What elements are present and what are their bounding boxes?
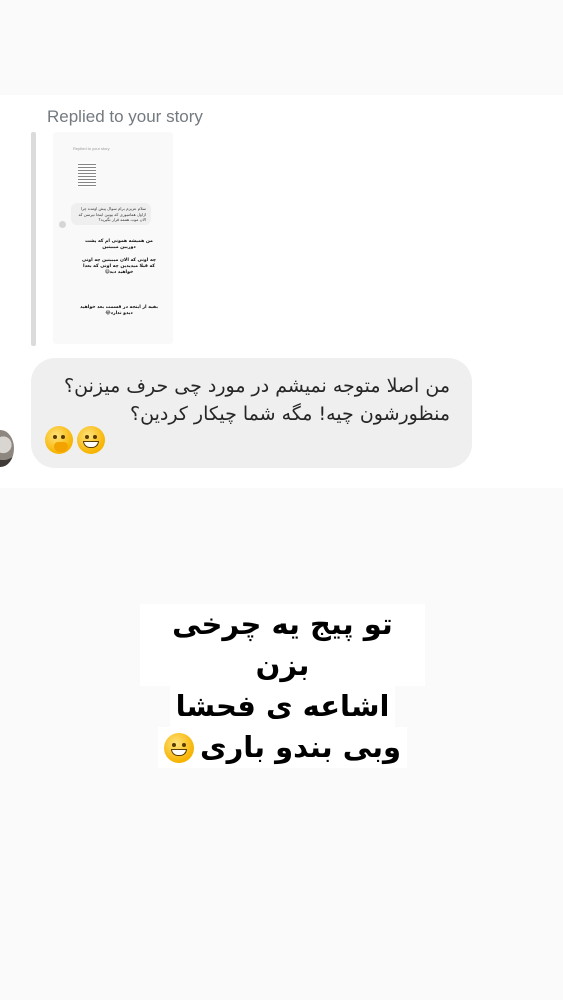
thumbnail-replied-label: Replied to your story xyxy=(73,146,110,151)
message-bubble[interactable]: من اصلا متوجه نمیشم در مورد چی حرف میزنن… xyxy=(31,358,472,468)
caption-line-2: اشاعه ی فحشا xyxy=(169,686,396,727)
grinning-face-emoji xyxy=(163,732,194,763)
replied-to-story-label: Replied to your story xyxy=(47,107,203,126)
message-emoji-row xyxy=(45,426,105,454)
message-text: من اصلا متوجه نمیشم در مورد چی حرف میزنن… xyxy=(64,375,450,425)
thumbnail-text-1: من همیشه همونی ام که پشت دوربین میبینین xyxy=(85,239,153,250)
story-caption: تو پیج یه چرخی بزن اشاعه ی فحشا وبی بندو… xyxy=(140,604,425,768)
face-with-hand-over-mouth-emoji xyxy=(45,426,73,454)
grinning-face-emoji xyxy=(77,426,105,454)
caption-line-3: وبی بندو باری xyxy=(199,730,401,764)
sender-avatar[interactable] xyxy=(0,430,14,467)
thumbnail-avatar xyxy=(59,221,66,228)
thumbnail-text-2: چه اونی که الان میبینین چه اونی که قبلا … xyxy=(81,258,157,275)
quote-bar xyxy=(31,132,36,346)
story-screen: Replied to your story Replied to your st… xyxy=(0,0,563,1000)
thumbnail-message-bubble: سلام عزیزم برام سوال پیش اومده چرا اژاول… xyxy=(71,203,151,225)
dm-screenshot: Replied to your story Replied to your st… xyxy=(0,95,563,488)
thumbnail-text-3: بقیه از اینجه در قسمت بعد خواهید دیدو ند… xyxy=(80,305,158,316)
thumbnail-mini-story xyxy=(78,162,96,188)
caption-line-3-wrap: وبی بندو باری xyxy=(157,727,407,768)
story-thumbnail[interactable]: Replied to your story سلام عزیزم برام سو… xyxy=(53,132,173,344)
caption-line-1: تو پیج یه چرخی بزن xyxy=(140,604,425,686)
